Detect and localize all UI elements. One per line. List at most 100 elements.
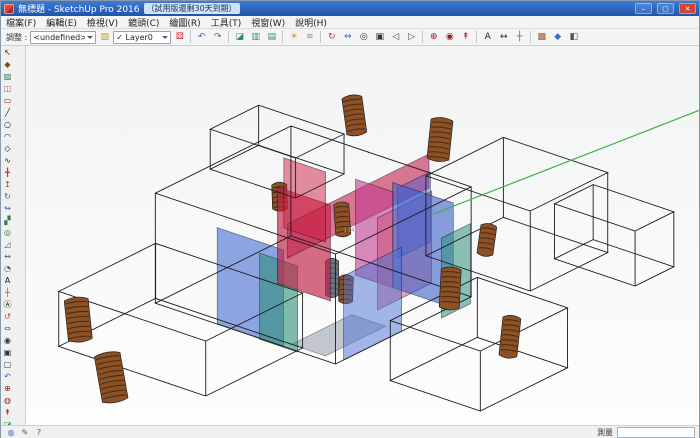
maximize-button[interactable]: ▢	[657, 3, 674, 14]
paint-bucket-tool[interactable]: ▨	[2, 71, 13, 82]
text-icon[interactable]: A	[480, 30, 495, 44]
look-around-icon[interactable]: ◉	[442, 30, 457, 44]
arc-tool[interactable]: ◠	[2, 131, 13, 142]
section-display-icon[interactable]: ▥	[248, 30, 263, 44]
move-tool[interactable]: ╋	[2, 167, 13, 178]
status-bar: ◍✎? 測量	[1, 425, 699, 438]
offset-tool[interactable]: ◎	[2, 227, 13, 238]
sketchup-window: 無標題 - SketchUp Pro 2016 （試用版還剩30天到期） – ▢…	[0, 0, 700, 438]
measure-label: 測量	[597, 427, 613, 438]
speaker-object[interactable]	[427, 116, 453, 162]
menu-file[interactable]: 檔案(F)	[1, 16, 41, 29]
3d-text-tool[interactable]: Ⓐ	[2, 299, 13, 310]
menu-draw[interactable]: 繪圖(R)	[164, 16, 205, 29]
menu-edit[interactable]: 編輯(E)	[41, 16, 82, 29]
layer-combo[interactable]: ✓ Layer0	[113, 31, 171, 44]
rotate-tool[interactable]: ↻	[2, 191, 13, 202]
menu-view[interactable]: 檢視(V)	[82, 16, 123, 29]
section-cut-icon[interactable]: ▤	[264, 30, 279, 44]
make-component-tool[interactable]: ◆	[2, 59, 13, 70]
circle-tool[interactable]: ○	[2, 119, 13, 130]
main-toolbar: 調整 :<undefined>▨ ✓ Layer0 ⚄ ↶↷ ◪▥▤ ☀≋ ↻⇔◎▣◁▷ ⊕◉…	[1, 29, 699, 46]
speaker-object[interactable]	[499, 314, 521, 359]
menu-camera[interactable]: 鏡頭(C)	[123, 16, 164, 29]
walk-tool[interactable]: ↟	[2, 407, 13, 418]
rectangle-tool[interactable]: ▭	[2, 95, 13, 106]
select-tool[interactable]: ↖	[2, 47, 13, 58]
dimension-annotation: 1140mm	[344, 227, 371, 234]
color-by-layer-icon[interactable]: ⚄	[172, 30, 187, 44]
far-right-box[interactable]	[555, 185, 674, 286]
look-around-tool[interactable]: ◍	[2, 395, 13, 406]
lower-right-box[interactable]	[390, 277, 567, 411]
drawing-canvas[interactable]: 1140mm	[26, 46, 699, 425]
undo-icon[interactable]: ↶	[194, 30, 209, 44]
previous-view-tool[interactable]: ↶	[2, 371, 13, 382]
orbit-icon[interactable]: ↻	[324, 30, 339, 44]
pan-tool[interactable]: ⇔	[2, 323, 13, 334]
components-icon[interactable]: ◆	[550, 30, 565, 44]
toolbar-separator	[282, 31, 283, 43]
menu-window[interactable]: 視窗(W)	[246, 16, 290, 29]
minimize-button[interactable]: –	[635, 3, 652, 14]
eraser-tool[interactable]: ◫	[2, 83, 13, 94]
menu-help[interactable]: 說明(H)	[290, 16, 332, 29]
speaker-object[interactable]	[477, 222, 497, 257]
follow-me-tool[interactable]: ↬	[2, 203, 13, 214]
pan-icon[interactable]: ⇔	[340, 30, 355, 44]
next-view-icon[interactable]: ▷	[404, 30, 419, 44]
main-area: ↖◆▨◫▭╱○◠◇∿╋↥↻↬▞◎◿↔◔A┼Ⓐ↺⇔◉▣▢↶⊕◍↟◪ 1140mm	[1, 46, 699, 425]
speaker-object[interactable]	[439, 266, 461, 310]
dimension-icon[interactable]: ↔	[496, 30, 511, 44]
redo-icon[interactable]: ↷	[210, 30, 225, 44]
help-icon[interactable]: ?	[33, 427, 45, 438]
shadows-icon[interactable]: ☀	[286, 30, 301, 44]
classification-label: 調整 :	[4, 32, 29, 43]
layer-combo-value: ✓ Layer0	[116, 33, 160, 42]
zoom-window-tool[interactable]: ▣	[2, 347, 13, 358]
wall-red-back[interactable]	[284, 158, 326, 242]
menu-tools[interactable]: 工具(T)	[206, 16, 247, 29]
zoom-tool[interactable]: ◉	[2, 335, 13, 346]
speaker-object[interactable]	[64, 296, 93, 343]
orbit-tool[interactable]: ↺	[2, 311, 13, 322]
polygon-tool[interactable]: ◇	[2, 143, 13, 154]
position-camera-tool[interactable]: ⊕	[2, 383, 13, 394]
chevron-down-icon	[87, 36, 93, 39]
axes-icon[interactable]: ┼	[512, 30, 527, 44]
walk-icon[interactable]: ↟	[458, 30, 473, 44]
line-tool[interactable]: ╱	[2, 107, 13, 118]
push-pull-tool[interactable]: ↥	[2, 179, 13, 190]
toolbar-separator	[190, 31, 191, 43]
axes-tool[interactable]: ┼	[2, 287, 13, 298]
toolbar-separator	[530, 31, 531, 43]
protractor-tool[interactable]: ◔	[2, 263, 13, 274]
previous-view-icon[interactable]: ◁	[388, 30, 403, 44]
fog-icon[interactable]: ≋	[302, 30, 317, 44]
zoom-extents-icon[interactable]: ▣	[372, 30, 387, 44]
classification-combo[interactable]: <undefined>	[30, 31, 96, 44]
materials-icon[interactable]: ▩	[534, 30, 549, 44]
close-button[interactable]: ✕	[679, 3, 696, 14]
wall-blue-front[interactable]	[344, 247, 402, 360]
text-tool[interactable]: A	[2, 275, 13, 286]
trial-badge: （試用版還剩30天到期）	[144, 3, 240, 14]
speaker-object[interactable]	[94, 350, 128, 405]
scale-tool[interactable]: ▞	[2, 215, 13, 226]
speaker-object[interactable]	[342, 94, 367, 137]
toolbar-separator	[228, 31, 229, 43]
dimension-tool[interactable]: ↔	[2, 251, 13, 262]
section-plane-icon[interactable]: ◪	[232, 30, 247, 44]
tape-measure-tool[interactable]: ◿	[2, 239, 13, 250]
classifier-paint-icon[interactable]: ▨	[97, 30, 112, 44]
styles-icon[interactable]: ◧	[566, 30, 581, 44]
freehand-tool[interactable]: ∿	[2, 155, 13, 166]
geolocation-icon[interactable]: ◍	[5, 427, 17, 438]
zoom-icon[interactable]: ◎	[356, 30, 371, 44]
measure-input[interactable]	[617, 427, 695, 438]
model-scene[interactable]: 1140mm	[26, 46, 699, 425]
position-camera-icon[interactable]: ⊕	[426, 30, 441, 44]
zoom-extents-tool[interactable]: ▢	[2, 359, 13, 370]
credits-icon[interactable]: ✎	[19, 427, 31, 438]
title-bar: 無標題 - SketchUp Pro 2016 （試用版還剩30天到期） – ▢…	[1, 1, 699, 16]
